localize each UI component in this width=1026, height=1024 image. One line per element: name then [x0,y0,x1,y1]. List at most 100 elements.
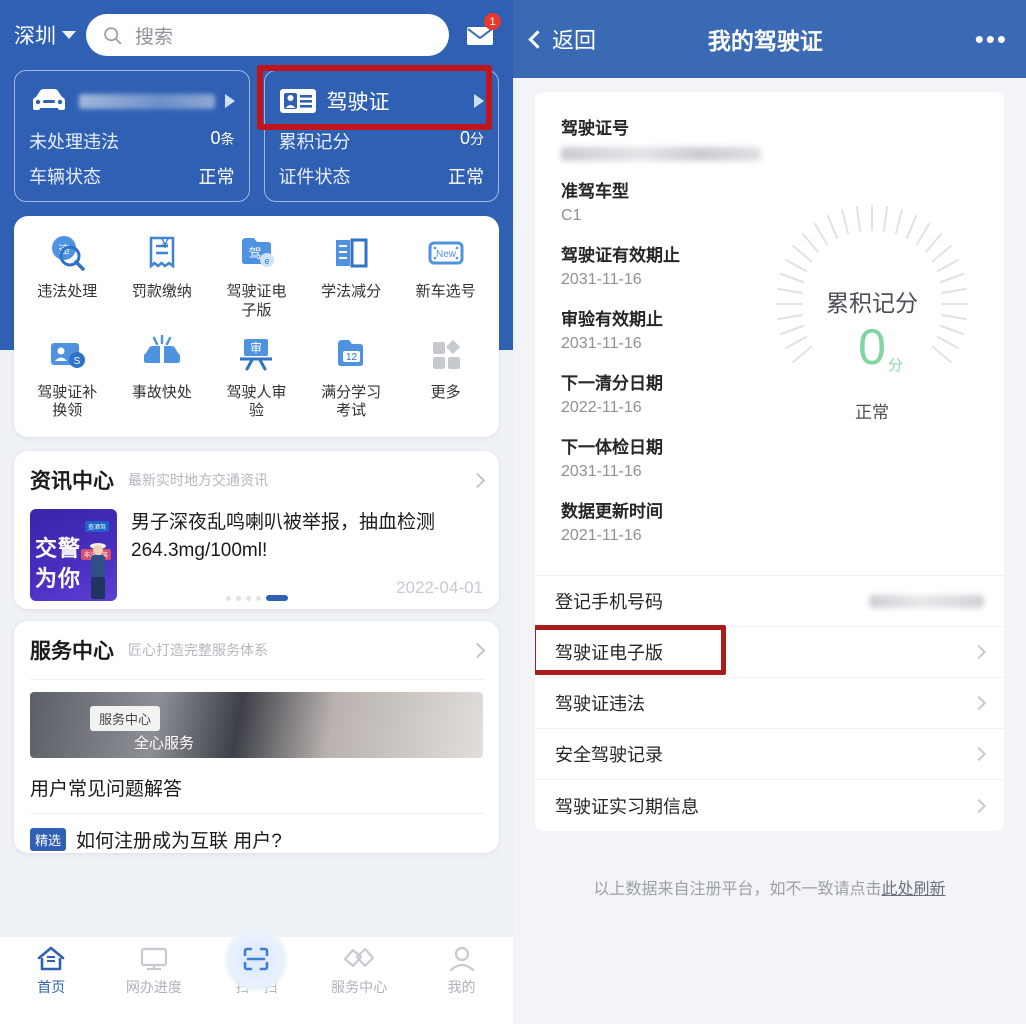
quick-action-fine[interactable]: ¥ 罚款缴纳 [115,230,210,321]
row-value: 正常 [448,167,484,187]
field-value: 2021-11-16 [561,527,642,544]
row-safe-driving-record[interactable]: 安全驾驶记录 [535,729,1004,780]
quick-action-label: 学法减分 [321,283,382,300]
quick-action-e-license[interactable]: 驾 e 驾驶证电子版 [209,230,304,321]
tab-scan[interactable]: 扫一扫 [205,927,308,997]
service-center-subtitle: 匠心打造完整服务体系 [128,642,268,658]
fine-payment-icon: ¥ [139,230,185,276]
carousel-dots[interactable] [225,595,288,601]
license-detail-screen: 返回 我的驾驶证 ••• 驾驶证号 准驾车型 C1 驾驶证有效期止 2031-1… [513,0,1026,1024]
carousel-dot-active[interactable] [265,595,288,601]
quick-action-label: 驾驶人审验 [226,383,287,420]
faq-text: 如何注册成为互联 用户? [76,831,282,852]
license-menu-rows: 登记手机号码 驾驶证电子版 驾驶证违法 安全驾驶记录 驾驶证实习期信息 [535,575,1004,831]
quick-action-accident[interactable]: 事故快处 [115,331,210,422]
field-label: 下一体检日期 [561,438,663,457]
quick-action-label: 驾驶证电子版 [226,283,287,319]
quick-action-new-plate[interactable]: New 新车选号 [398,230,493,321]
status-cards: 未处理违法 0条 车辆状态 正常 驾驶证 累积记分 0分 证件状态 正常 [0,56,513,202]
row-label: 未处理违法 [29,132,119,152]
study-book-icon [328,230,374,276]
news-item[interactable]: 交警 为你 查酒驾 非法鸣笛 男子深夜乱鸣喇叭被举报，抽血检测264.3mg/1… [14,509,499,609]
quick-action-label: 更多 [430,383,461,401]
footer-text: 以上数据来自注册平台，如不一致请点击 [593,881,882,898]
thumb-chip-1: 查酒驾 [84,521,109,532]
quick-action-label: 罚款缴纳 [131,283,192,300]
chevron-right-icon [971,798,987,813]
quick-action-driver-review[interactable]: 审 驾驶人审验 [209,331,304,422]
service-center-title: 服务中心 [30,640,114,663]
row-probation-info[interactable]: 驾驶证实习期信息 [535,780,1004,831]
news-center-title: 资讯中心 [30,470,114,493]
gauge-unit: 分 [888,357,904,374]
service-center-header[interactable]: 服务中心 匠心打造完整服务体系 [14,621,499,679]
row-unit: 条 [220,131,235,147]
police-officer-illustration [90,543,106,599]
quick-action-study[interactable]: 学法减分 [304,230,399,321]
tab-progress[interactable]: 网办进度 [103,945,206,997]
refresh-link[interactable]: 此处刷新 [882,881,946,898]
messages-button[interactable]: 1 [459,13,501,55]
tab-label: 网办进度 [125,979,182,995]
tab-home[interactable]: 首页 [0,945,103,997]
vehicle-status-card[interactable]: 未处理违法 0条 车辆状态 正常 [14,70,250,202]
service-banner-chip: 服务中心 [90,706,161,731]
scan-icon [244,947,269,971]
points-gauge: 累积记分 0 分 正常 [764,196,980,426]
quick-actions-panel: 违 违法处理 ¥ 罚款缴纳 驾 e 驾驶证电子版 学法减分 New 新车选号 S… [14,216,499,437]
arrow-right-icon [224,94,235,108]
footer-note: 以上数据来自注册平台，如不一致请点击此处刷新 [513,875,1026,899]
row-license-violation[interactable]: 驾驶证违法 [535,678,1004,729]
row-e-license[interactable]: 驾驶证电子版 [535,625,1004,678]
new-plate-icon: New [423,230,469,276]
quick-action-violation[interactable]: 违 违法处理 [20,230,115,321]
row-value: 正常 [198,167,235,187]
field-data-update-time: 数据更新时间 2021-11-16 [561,497,835,545]
svg-text:e: e [265,256,270,266]
driver-review-icon: 审 [233,331,279,377]
search-input[interactable]: 搜索 [86,14,449,56]
tab-label: 服务中心 [331,979,388,995]
license-status-card[interactable]: 驾驶证 累积记分 0分 证件状态 正常 [256,65,499,202]
row-label: 累积记分 [278,132,351,152]
top-bar: 深圳 搜索 1 [0,0,513,56]
service-banner-image[interactable]: 服务中心 全心服务 [30,692,483,758]
vehicle-plate-blurred [79,93,215,109]
chevron-right-icon [469,642,486,658]
row-registered-phone[interactable]: 登记手机号码 [535,576,1004,627]
row-label: 登记手机号码 [555,592,663,612]
monitor-icon [140,947,167,971]
tab-mine[interactable]: 我的 [410,945,513,997]
thumb-line-1: 交警 [35,536,82,561]
gauge-status: 正常 [855,403,889,422]
home-screen: 深圳 搜索 1 未处理违法 0条 车辆状态 正常 驾驶证 累积记分 0分 证件状… [0,0,513,1024]
license-info-card: 驾驶证号 准驾车型 C1 驾驶证有效期止 2031-11-16 审验有效期止 2… [535,92,1004,831]
row-value-blurred [869,594,984,608]
more-dots-icon[interactable]: ••• [975,26,1008,52]
gauge-value: 0 [858,319,886,375]
table-row: 车辆状态 正常 [29,163,235,189]
quick-action-label: 违法处理 [37,283,98,300]
faq-item[interactable]: 精选 如何注册成为互联 用户? [14,814,499,853]
faq-heading: 用户常见问题解答 [30,779,183,800]
carousel-dot[interactable] [245,595,251,601]
more-grid-icon [423,331,469,377]
violation-search-icon: 违 [44,230,90,276]
carousel-dot[interactable] [255,595,261,601]
carousel-dot[interactable] [235,595,241,601]
svg-text:New: New [436,249,457,260]
field-next-physical-date: 下一体检日期 2031-11-16 [561,433,835,481]
news-center-header[interactable]: 资讯中心 最新实时地方交通资讯 [14,451,499,509]
chevron-right-icon [971,644,987,660]
quick-action-license-renew[interactable]: S 驾驶证补换领 [20,331,115,422]
city-selector[interactable]: 深圳 [14,20,76,50]
quick-action-twelve-points[interactable]: 12 满分学习考试 [304,331,399,422]
tab-service[interactable]: 服务中心 [308,945,411,997]
quick-action-label: 满分学习考试 [321,383,382,420]
accident-icon [139,331,185,377]
quick-action-more[interactable]: 更多 [398,331,493,422]
search-icon [104,26,122,44]
home-icon [37,946,65,971]
carousel-dot[interactable] [225,595,231,601]
bottom-tab-bar: 首页 网办进度 扫一扫 服 [0,927,513,1024]
